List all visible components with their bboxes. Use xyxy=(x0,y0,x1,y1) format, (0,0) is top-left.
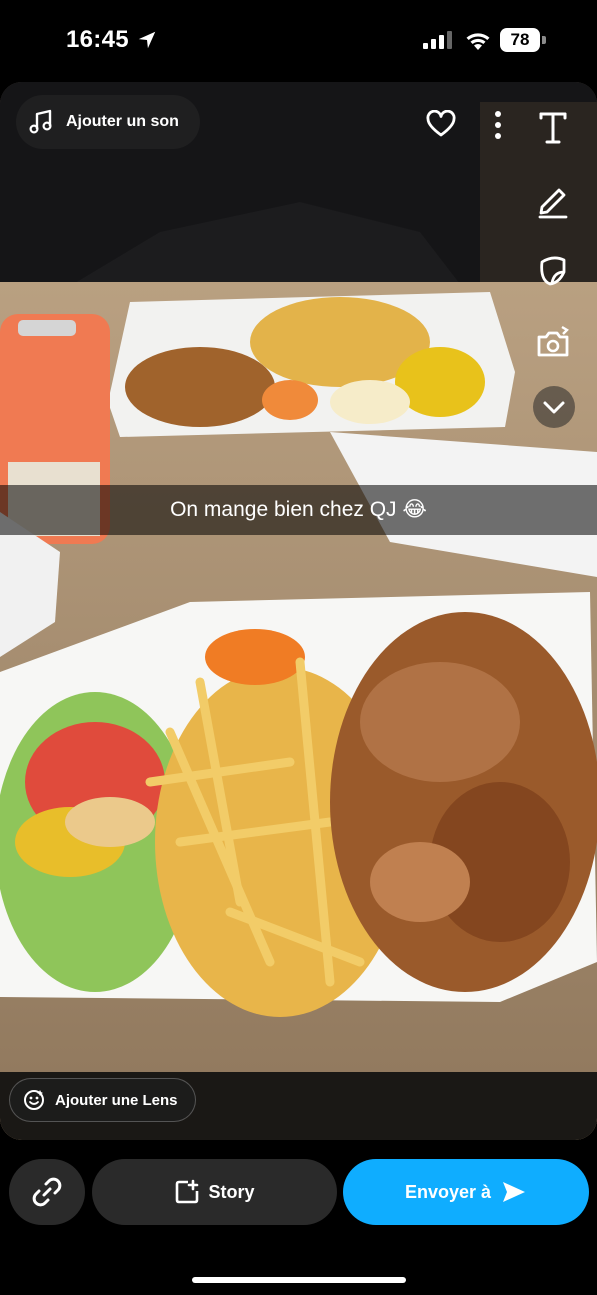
camera-flip-icon xyxy=(537,325,569,357)
status-time: 16:45 xyxy=(66,26,129,53)
battery-level: 78 xyxy=(500,28,540,52)
pencil-icon xyxy=(538,188,568,219)
more-icon[interactable] xyxy=(489,110,507,140)
lens-smiley-icon xyxy=(24,1090,44,1110)
wifi-icon xyxy=(466,33,490,50)
location-arrow-icon xyxy=(138,31,156,49)
heart-icon[interactable] xyxy=(426,110,456,138)
add-sound-label: Ajouter un son xyxy=(66,113,179,130)
draw-tool-button[interactable] xyxy=(532,178,574,220)
music-note-icon xyxy=(29,109,52,134)
snap-caption[interactable]: On mange bien chez QJ 😂 xyxy=(0,485,597,535)
story-button[interactable]: Story xyxy=(92,1159,337,1225)
sticker-tool-button[interactable] xyxy=(532,250,574,292)
add-sound-button[interactable]: Ajouter un son xyxy=(16,95,200,149)
home-indicator[interactable] xyxy=(192,1277,406,1283)
story-add-icon xyxy=(176,1179,199,1204)
chevron-down-icon xyxy=(543,401,565,414)
cellular-signal-icon xyxy=(423,31,452,49)
send-arrow-icon xyxy=(503,1182,526,1202)
battery-tip xyxy=(542,36,546,44)
add-lens-button[interactable]: Ajouter une Lens xyxy=(9,1078,196,1122)
status-bar: 16:45 78 xyxy=(0,0,597,82)
text-tool-button[interactable] xyxy=(532,106,574,148)
camera-flip-button[interactable] xyxy=(532,322,574,364)
add-lens-label: Ajouter une Lens xyxy=(55,1091,178,1109)
story-label: Story xyxy=(208,1181,255,1202)
text-tool-icon xyxy=(539,112,567,144)
battery-indicator: 78 xyxy=(500,28,546,52)
send-label: Envoyer à xyxy=(404,1181,492,1202)
food-photo xyxy=(0,82,597,1140)
send-to-button[interactable]: Envoyer à xyxy=(343,1159,589,1225)
link-button[interactable] xyxy=(9,1159,85,1225)
sticker-icon xyxy=(540,256,566,286)
more-tools-button[interactable] xyxy=(533,386,575,428)
snap-photo[interactable]: Ajouter un son On mange bien chez QJ 😂 A… xyxy=(0,82,597,1140)
link-icon xyxy=(32,1177,62,1207)
